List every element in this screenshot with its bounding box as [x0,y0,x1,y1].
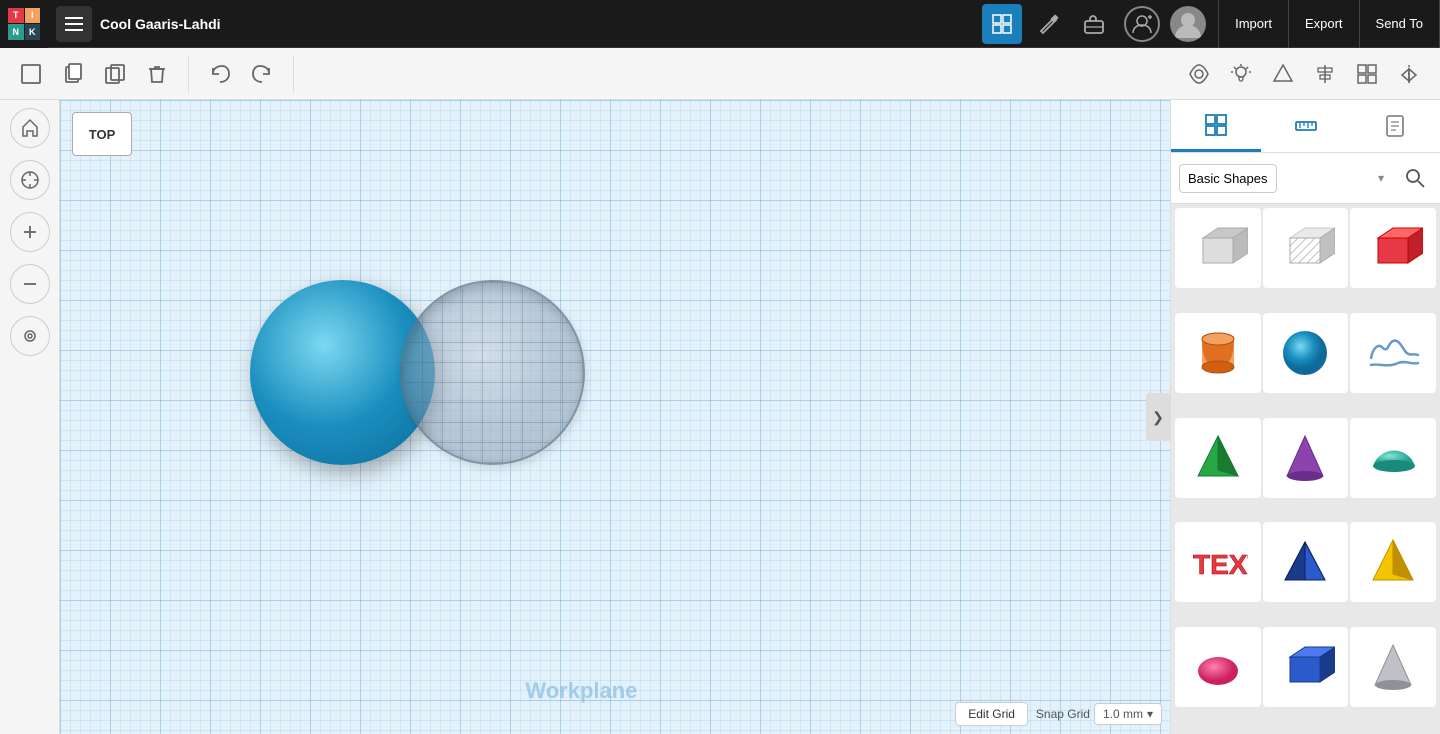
snap-control: Snap Grid 1.0 mm ▾ [1036,703,1162,725]
svg-text:TEXT: TEXT [1193,549,1248,580]
right-panel: Basic Shapes Featured Letters Animals ▾ [1170,100,1440,734]
shape-cone-purple[interactable] [1263,418,1349,498]
logo-k: K [25,24,41,40]
group-button[interactable] [1348,55,1386,93]
snap-value: 1.0 mm [1103,707,1143,721]
mirror-button[interactable] [1390,55,1428,93]
workplane[interactable]: Workplane [60,100,1170,734]
shape-scribble[interactable] [1350,313,1436,393]
redo-button[interactable] [243,55,281,93]
delete-button[interactable] [138,55,176,93]
tab-shapes[interactable] [1171,100,1261,152]
logo-i: I [25,8,41,24]
canvas-area[interactable]: TOP Workplane ❯ Edit Grid Snap Grid 1.0 … [60,100,1170,734]
shape-cube-red[interactable] [1350,208,1436,288]
view-label: TOP [72,112,132,156]
layers-button[interactable] [10,316,50,356]
shape-sphere-blue[interactable] [1263,313,1349,393]
shape-half-sphere-teal[interactable] [1350,418,1436,498]
export-button[interactable]: Export [1289,0,1360,48]
shapes-dropdown-wrapper: Basic Shapes Featured Letters Animals ▾ [1179,164,1390,193]
panel-tabs [1171,100,1440,153]
shapes-header: Basic Shapes Featured Letters Animals ▾ [1171,153,1440,204]
shape-pyramid-green[interactable] [1175,418,1261,498]
shape-pyramid-yellow[interactable] [1350,522,1436,602]
canvas-objects [60,100,1170,734]
shape-tools-button[interactable] [1264,55,1302,93]
snap-arrow-icon: ▾ [1147,707,1153,721]
align-button[interactable] [1306,55,1344,93]
select-button[interactable] [10,160,50,200]
nav-grid-button[interactable] [982,4,1022,44]
user-avatar[interactable] [1170,6,1206,42]
app-menu-button[interactable] [56,6,92,42]
left-sidebar [0,100,60,734]
zoom-out-button[interactable] [10,264,50,304]
shape-box-blue-dark[interactable] [1263,627,1349,707]
nav-hammer-button[interactable] [1028,4,1068,44]
logo-t: T [8,8,24,24]
shape-box-striped[interactable] [1263,208,1349,288]
shape-cone-gray[interactable] [1350,627,1436,707]
view-toggle-button[interactable] [1180,55,1218,93]
send-to-button[interactable]: Send To [1360,0,1440,48]
edit-grid-button[interactable]: Edit Grid [955,702,1028,726]
logo-n: N [8,24,24,40]
dropdown-arrow-icon: ▾ [1378,171,1384,185]
collapse-panel-button[interactable]: ❯ [1146,393,1170,441]
toolbar [0,48,1440,100]
snap-label: Snap Grid [1036,707,1090,721]
shapes-category-select[interactable]: Basic Shapes Featured Letters Animals [1179,164,1277,193]
import-button[interactable]: Import [1219,0,1289,48]
snap-dropdown[interactable]: 1.0 mm ▾ [1094,703,1162,725]
duplicate-button[interactable] [96,55,134,93]
new-workspace-button[interactable] [12,55,50,93]
logo: T I N K [0,0,48,48]
undo-button[interactable] [201,55,239,93]
light-button[interactable] [1222,55,1260,93]
topbar: T I N K Cool Gaaris-Lahdi Import Export … [0,0,1440,48]
shape-box[interactable] [1175,208,1261,288]
nav-suitcase-button[interactable] [1074,4,1114,44]
project-name: Cool Gaaris-Lahdi [100,16,982,32]
tab-notes[interactable] [1350,100,1440,152]
view-tools-group [1180,55,1428,93]
copy-button[interactable] [54,55,92,93]
gray-sphere-object[interactable] [400,280,585,465]
history-tools-group [201,55,294,93]
shape-cylinder-orange[interactable] [1175,313,1261,393]
shape-prism-blue[interactable] [1263,522,1349,602]
topbar-actions: Import Export Send To [1218,0,1440,48]
add-user-button[interactable] [1124,6,1160,42]
zoom-in-button[interactable] [10,212,50,252]
home-button[interactable] [10,108,50,148]
tab-ruler[interactable] [1261,100,1351,152]
shape-text-3d[interactable]: TEXT [1175,522,1261,602]
main-content: TOP Workplane ❯ Edit Grid Snap Grid 1.0 … [0,100,1440,734]
search-shapes-button[interactable] [1398,161,1432,195]
main-tools-group [12,55,189,93]
bottom-bar: Edit Grid Snap Grid 1.0 mm ▾ [955,702,1162,726]
shapes-grid: TEXT [1171,204,1440,734]
shape-gem-pink[interactable] [1175,627,1261,707]
